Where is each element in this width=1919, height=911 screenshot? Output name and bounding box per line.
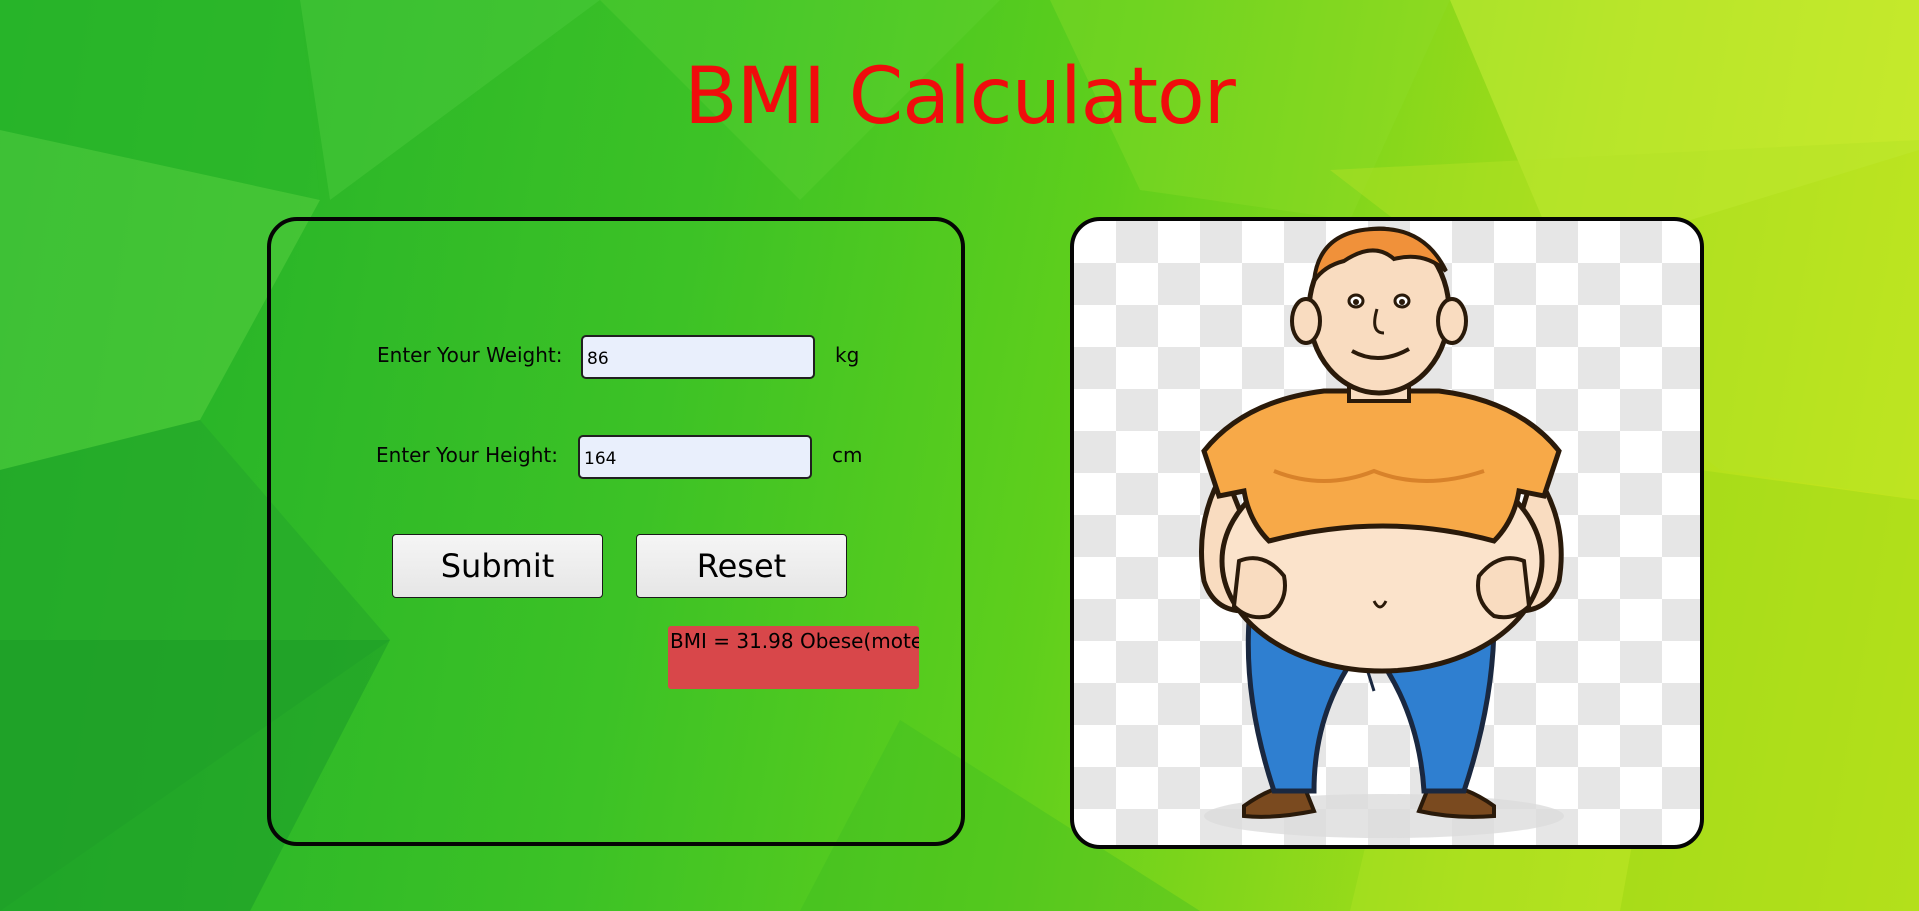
submit-button[interactable]: Submit — [392, 534, 603, 598]
bmi-calculator-window: BMI Calculator Enter Your Weight: kg Ent… — [0, 0, 1919, 911]
page-title: BMI Calculator — [684, 52, 1236, 142]
height-label: Enter Your Height: — [376, 443, 558, 467]
weight-label: Enter Your Weight: — [377, 343, 563, 367]
height-unit-label: cm — [832, 443, 863, 467]
overweight-man-icon — [1199, 226, 1564, 838]
illustration-panel — [1070, 217, 1704, 849]
bmi-result-display: BMI = 31.98 Obese(mote) — [668, 626, 919, 689]
height-input[interactable] — [578, 435, 812, 479]
weight-input[interactable] — [581, 335, 815, 379]
reset-button[interactable]: Reset — [636, 534, 847, 598]
weight-unit-label: kg — [835, 343, 860, 367]
bmi-form-panel: Enter Your Weight: kg Enter Your Height:… — [267, 217, 965, 846]
